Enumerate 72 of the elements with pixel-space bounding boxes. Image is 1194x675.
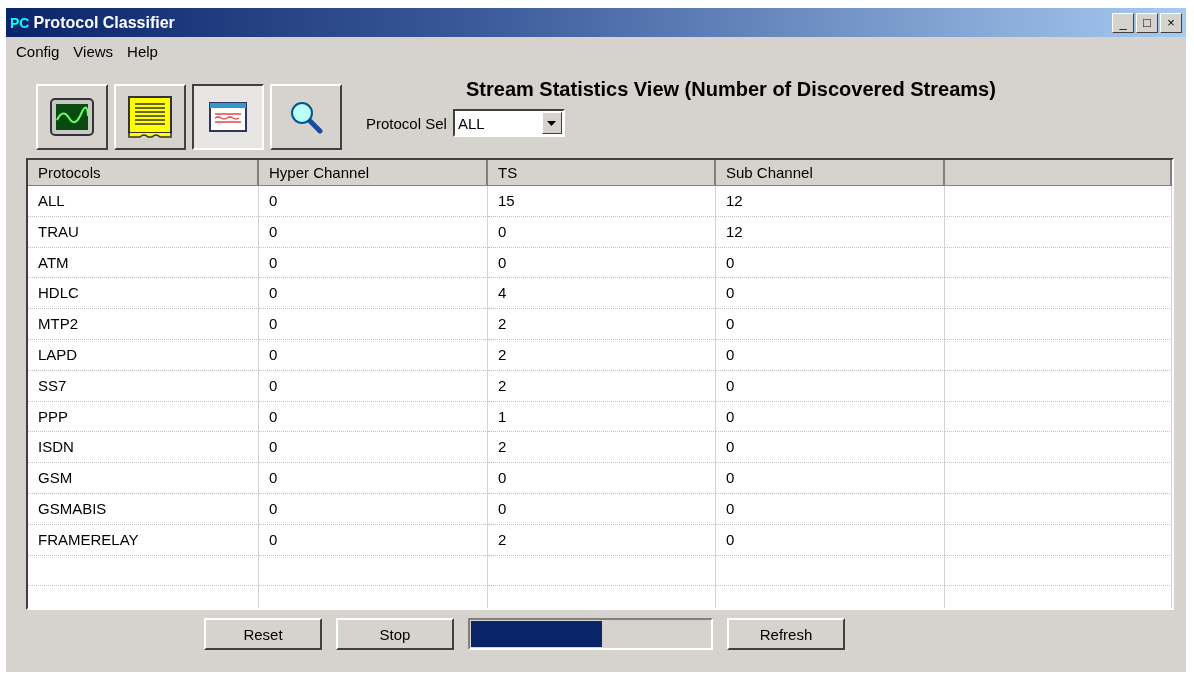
table-cell: 1 <box>488 401 716 433</box>
window-title: Protocol Classifier <box>33 13 176 32</box>
close-button[interactable]: × <box>1160 12 1182 33</box>
table-cell: 0 <box>259 216 488 248</box>
table-cell: 2 <box>488 432 716 464</box>
protocol-select-label: Protocol Sel <box>366 114 447 132</box>
view-title: Stream Statistics View (Number of Discovered Streams) <box>465 77 996 101</box>
table-cell: 0 <box>716 247 945 279</box>
table-cell: 0 <box>716 278 945 310</box>
table-cell: 0 <box>716 370 945 402</box>
app-icon: PC <box>10 14 30 31</box>
waveform-monitor-icon <box>50 98 94 136</box>
table-cell: 0 <box>488 247 716 279</box>
table-cell: SS7 <box>28 370 259 402</box>
table-cell: 2 <box>488 309 716 340</box>
table-cell: ISDN <box>28 432 259 464</box>
maximize-button[interactable]: □ <box>1136 12 1158 33</box>
table-cell: ALL <box>28 186 259 217</box>
table-cell: 0 <box>259 186 488 217</box>
table-cell: 0 <box>259 370 488 402</box>
table-cell: 4 <box>488 278 716 310</box>
table-cell: 2 <box>488 370 716 402</box>
table-cell: 2 <box>488 340 716 371</box>
table-cell: 0 <box>259 309 488 340</box>
table-cell: 0 <box>259 463 488 494</box>
table-cell: TRAU <box>28 216 259 248</box>
table-cell: LAPD <box>28 340 259 371</box>
column-header[interactable]: Protocols <box>28 160 259 186</box>
protocol-dropdown[interactable]: ALL <box>452 109 565 137</box>
table-cell: 0 <box>259 247 488 279</box>
table-cell: 0 <box>488 493 716 525</box>
table-cell: 0 <box>716 340 945 371</box>
table-cell: HDLC <box>28 278 259 310</box>
table-cell: 0 <box>716 463 945 494</box>
table-cell: 0 <box>259 432 488 464</box>
table-cell: 15 <box>488 186 716 217</box>
table-cell: 0 <box>716 524 945 556</box>
lined-panel-icon <box>128 96 172 138</box>
column-header[interactable]: Hyper Channel <box>259 160 488 186</box>
table-cell: 12 <box>716 186 945 217</box>
toolbar-button[interactable] <box>192 84 264 150</box>
table-cell: MTP2 <box>28 309 259 340</box>
table-cell: 0 <box>716 401 945 433</box>
column-header[interactable]: TS <box>488 160 716 186</box>
table-cell: GSM <box>28 463 259 494</box>
stop-button[interactable]: Stop <box>336 618 454 650</box>
reset-button[interactable]: Reset <box>204 618 322 650</box>
column-header[interactable]: Sub Channel <box>716 160 945 186</box>
dropdown-arrow-icon <box>547 120 557 126</box>
table-cell: 0 <box>259 401 488 433</box>
table-cell: 0 <box>716 493 945 525</box>
refresh-button[interactable]: Refresh <box>727 618 845 650</box>
table-cell: PPP <box>28 401 259 433</box>
table-cell: FRAMERELAY <box>28 524 259 556</box>
minimize-button[interactable]: _ <box>1112 12 1134 33</box>
table-cell: 2 <box>488 524 716 556</box>
table-cell: 0 <box>259 524 488 556</box>
search-icon <box>289 100 323 134</box>
menu-item[interactable]: Config <box>16 43 60 60</box>
table-cell: 0 <box>259 340 488 371</box>
table-cell: 0 <box>488 216 716 248</box>
table-cell: 12 <box>716 216 945 248</box>
window-icon <box>209 102 247 132</box>
table-cell: ATM <box>28 247 259 279</box>
menu-item[interactable]: Views <box>73 43 114 60</box>
table-cell: 0 <box>259 493 488 525</box>
table-cell: 0 <box>716 432 945 464</box>
table-cell: 0 <box>259 278 488 310</box>
table-cell: 0 <box>716 309 945 340</box>
table-cell: 0 <box>488 463 716 494</box>
menu-item[interactable]: Help <box>127 43 158 60</box>
table-cell: GSMABIS <box>28 493 259 525</box>
